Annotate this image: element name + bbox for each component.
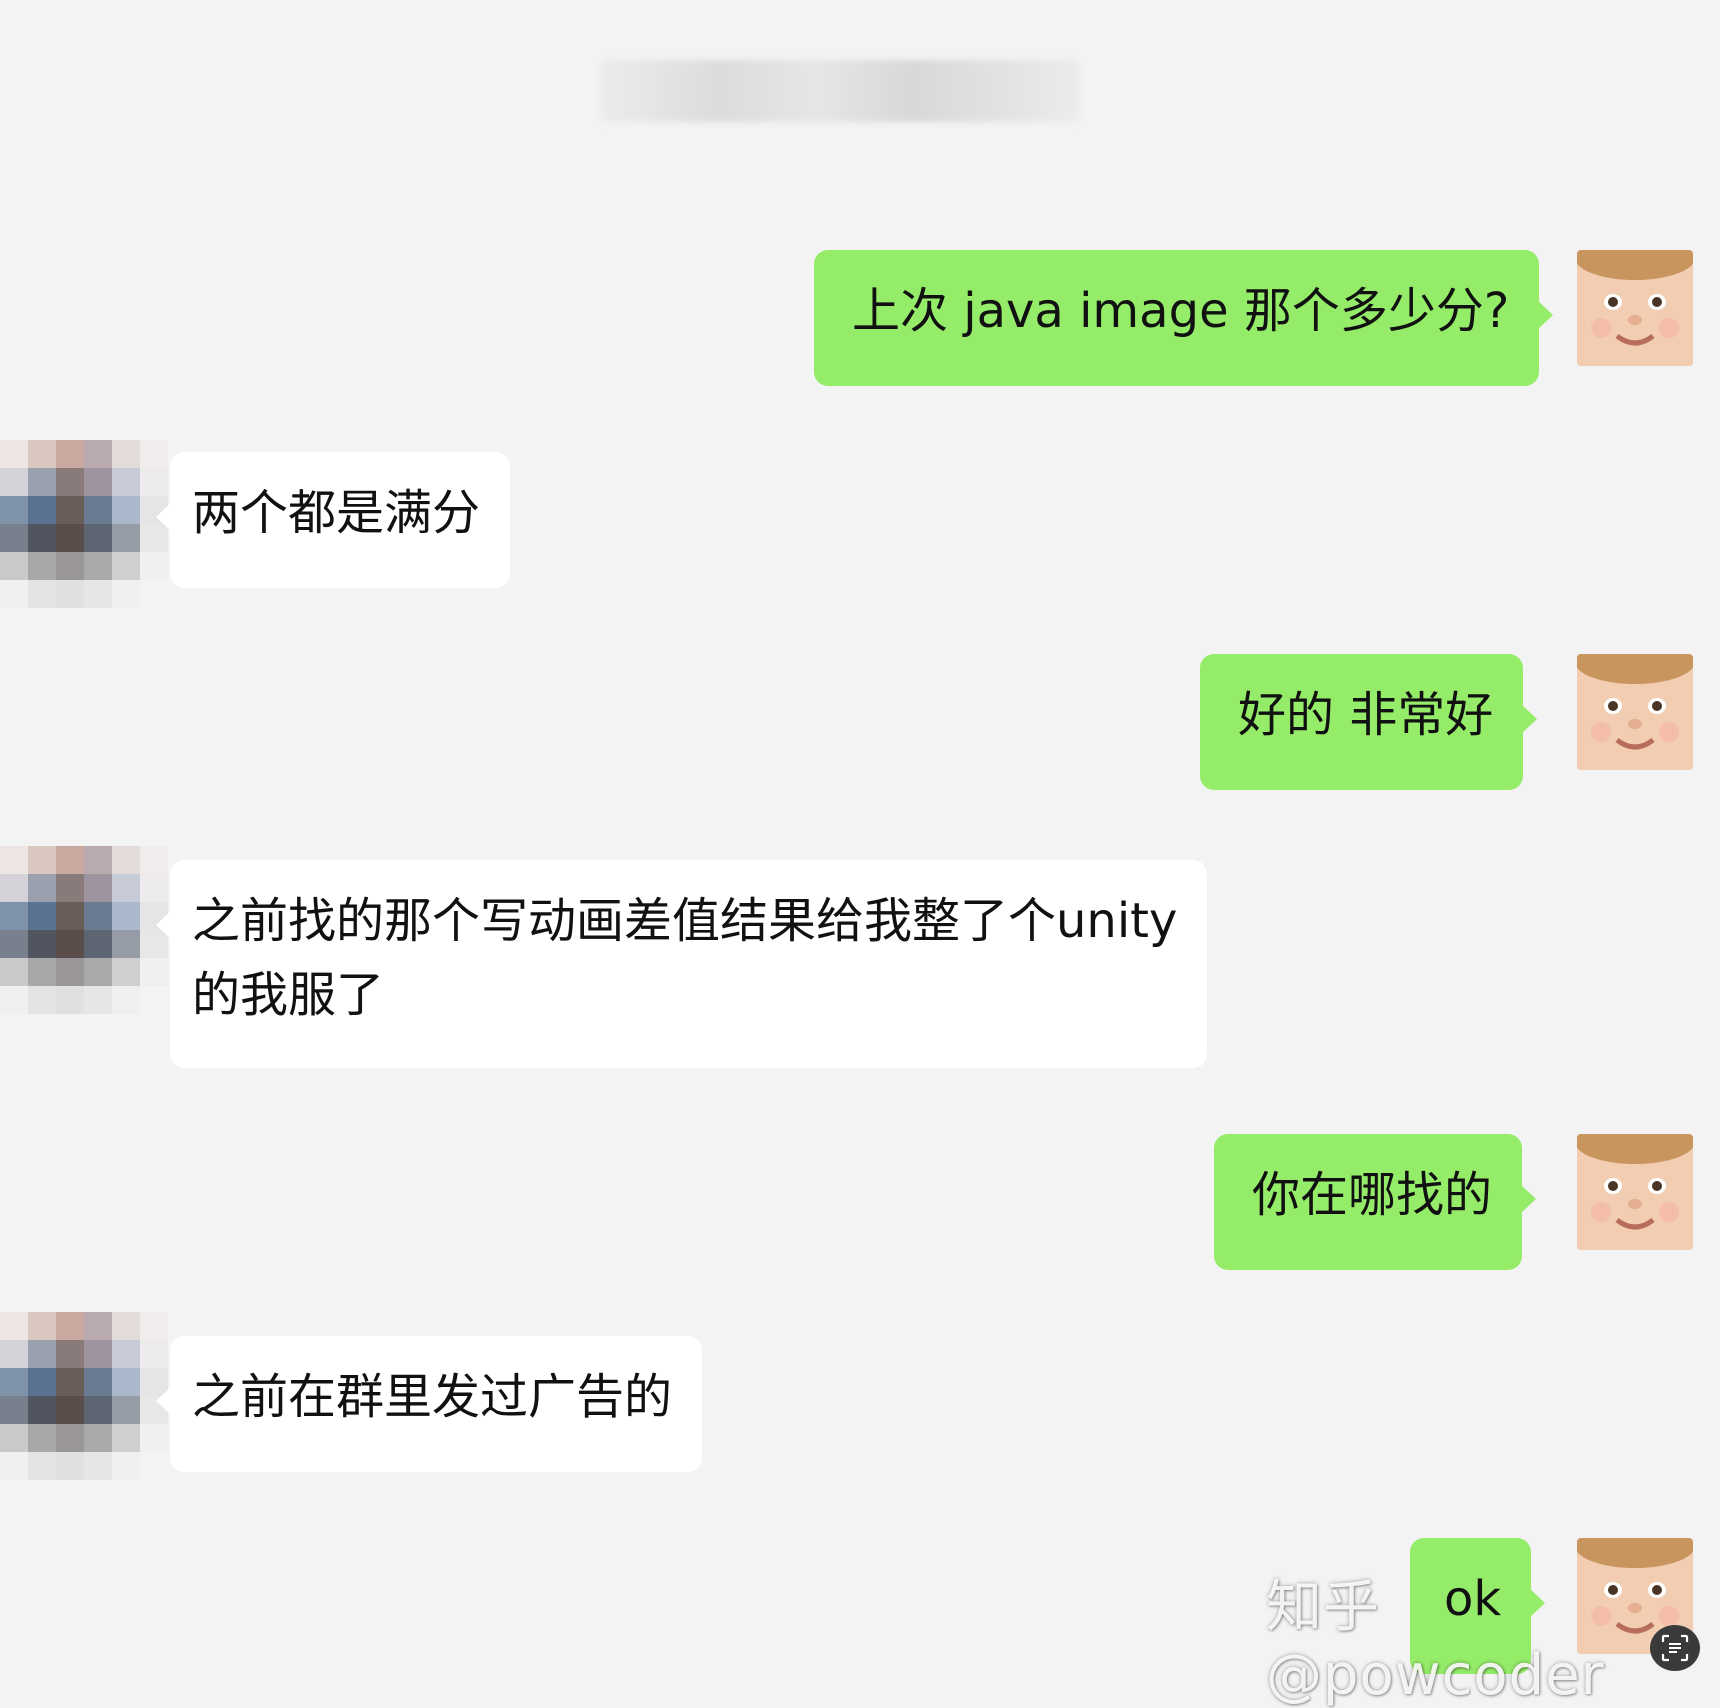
message-text: 你在哪找的 — [1252, 1167, 1493, 1223]
contact-avatar-blurred[interactable] — [0, 440, 168, 608]
self-avatar[interactable] — [1577, 654, 1693, 770]
message-text-line-2: 的我服了 — [192, 967, 385, 1023]
message-bubble-received[interactable]: 之前找的那个写动画差值结果给我整了个unity 的我服了 — [155, 860, 1208, 1068]
message-bubble-sent[interactable]: 你在哪找的 — [1214, 1134, 1537, 1270]
message-bubble-sent[interactable]: 好的 非常好 — [1200, 654, 1538, 790]
contact-avatar-blurred[interactable] — [0, 1312, 168, 1480]
text-scan-button[interactable] — [1650, 1625, 1700, 1671]
message-bubble-received[interactable]: 两个都是满分 — [155, 452, 511, 588]
message-text: 之前在群里发过广告的 — [192, 1369, 673, 1425]
baby-face-icon — [1577, 250, 1693, 366]
text-scan-icon — [1661, 1634, 1689, 1662]
message-text-line-1: 之前找的那个写动画差值结果给我整了个unity — [192, 893, 1178, 949]
message-text: 上次 java image 那个多少分? — [852, 283, 1510, 339]
baby-face-icon — [1577, 1134, 1693, 1250]
message-text: 好的 非常好 — [1238, 687, 1494, 743]
self-avatar[interactable] — [1577, 250, 1693, 366]
zhihu-watermark: 知乎 @powcoder — [1266, 1575, 1605, 1708]
message-bubble-received[interactable]: 之前在群里发过广告的 — [155, 1336, 703, 1472]
contact-avatar-blurred[interactable] — [0, 846, 168, 1014]
self-avatar[interactable] — [1577, 1134, 1693, 1250]
message-bubble-sent[interactable]: 上次 java image 那个多少分? — [814, 250, 1554, 386]
baby-face-icon — [1577, 654, 1693, 770]
message-text: 两个都是满分 — [192, 485, 481, 541]
chat-title-blurred — [600, 60, 1080, 122]
